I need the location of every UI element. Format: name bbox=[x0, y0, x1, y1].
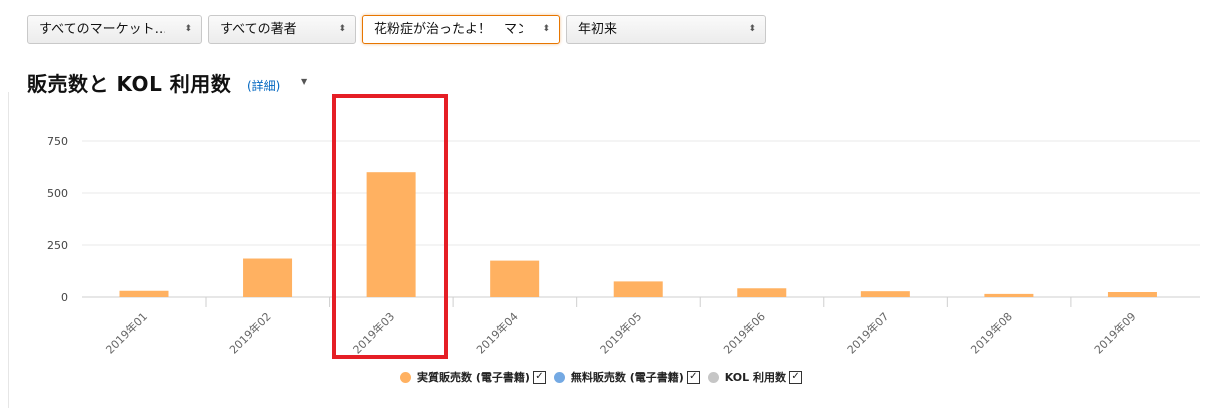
x-tick-label: 2019年06 bbox=[721, 309, 768, 356]
x-tick-label: 2019年01 bbox=[103, 309, 150, 356]
legend-item-free-sales[interactable]: 無料販売数 (電子書籍) ✓ bbox=[553, 369, 708, 385]
x-tick-label: 2019年04 bbox=[473, 309, 520, 356]
checkbox[interactable]: ✓ bbox=[686, 370, 700, 384]
legend-item-paid-sales[interactable]: 実質販売数 (電子書籍) ✓ bbox=[400, 369, 554, 385]
x-tick-label: 2019年08 bbox=[968, 309, 1015, 356]
legend-label: KOL 利用数 bbox=[724, 371, 787, 384]
bar bbox=[243, 258, 293, 297]
bar bbox=[119, 290, 169, 297]
bar bbox=[613, 281, 663, 297]
legend-dot-icon bbox=[553, 371, 565, 383]
legend-dot-icon bbox=[707, 371, 719, 383]
legend-label: 無料販売数 (電子書籍) bbox=[570, 371, 684, 384]
x-tick-label: 2019年02 bbox=[226, 309, 273, 356]
legend-label: 実質販売数 (電子書籍) bbox=[417, 371, 530, 384]
bar bbox=[737, 288, 787, 297]
x-tick-label: 2019年05 bbox=[597, 309, 644, 356]
checkbox[interactable]: ✓ bbox=[532, 370, 546, 384]
bar bbox=[860, 291, 910, 297]
y-tick-label: 500 bbox=[47, 187, 68, 200]
sales-bar-chart: 02505007502019年01 2019年02 2019年03 2019年04 20… bbox=[47, 135, 1200, 357]
legend-item-kol[interactable]: KOL 利用数 ✓ bbox=[707, 369, 810, 385]
y-tick-label: 750 bbox=[47, 135, 68, 148]
x-tick-label: 2019年07 bbox=[844, 309, 891, 356]
bar bbox=[1107, 292, 1157, 297]
checkbox[interactable]: ✓ bbox=[789, 370, 803, 384]
y-tick-label: 250 bbox=[47, 239, 68, 252]
bar bbox=[984, 293, 1034, 297]
bar bbox=[490, 260, 540, 297]
chart-legend: 実質販売数 (電子書籍) ✓ 無料販売数 (電子書籍) ✓ KOL 利用数 ✓ bbox=[400, 369, 810, 385]
highlight-box bbox=[332, 94, 448, 359]
x-tick-label: 2019年09 bbox=[1091, 309, 1138, 356]
y-tick-label: 0 bbox=[61, 291, 68, 304]
legend-dot-icon bbox=[400, 371, 411, 383]
